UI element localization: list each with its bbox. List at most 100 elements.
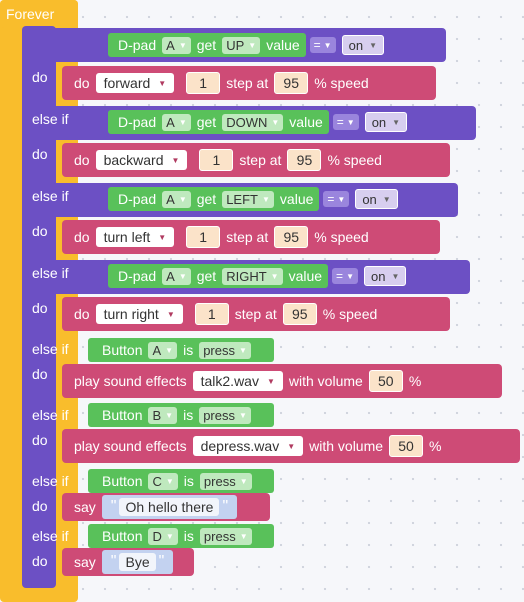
dropdown-arrow-icon: ▼: [171, 155, 180, 165]
port-dropdown[interactable]: D ▼: [148, 527, 178, 545]
direction-dropdown[interactable]: turn left ▼: [95, 227, 175, 247]
dropdown-arrow-icon: ▼: [178, 194, 187, 204]
compare-block-down[interactable]: D-pad A ▼ get DOWN ▼ value = ▼ on ▼: [92, 108, 472, 136]
speed-label: % speed: [322, 306, 378, 322]
dpad-sensor-block[interactable]: D-pad A ▼ get DOWN ▼ value: [108, 110, 329, 134]
step-input[interactable]: 1: [194, 303, 229, 325]
step-input[interactable]: 1: [186, 72, 221, 94]
port-dropdown[interactable]: A ▼: [162, 267, 191, 285]
port-dropdown[interactable]: A ▼: [162, 36, 191, 54]
dropdown-arrow-icon: ▼: [337, 194, 346, 204]
close-quote-icon: ": [158, 553, 165, 570]
say-text-input[interactable]: " Bye ": [101, 550, 174, 574]
move-do-label: do: [74, 229, 90, 245]
step-input[interactable]: 1: [199, 149, 234, 171]
speed-input[interactable]: 95: [274, 226, 309, 248]
state-dropdown[interactable]: press ▼: [199, 341, 251, 359]
dpad-sensor-block[interactable]: D-pad A ▼ get LEFT ▼ value: [108, 187, 320, 211]
percent-label: %: [429, 438, 442, 454]
operator-value: =: [327, 192, 335, 206]
forever-label: Forever: [6, 6, 55, 22]
port-dropdown[interactable]: B ▼: [148, 406, 178, 424]
operator-dropdown[interactable]: = ▼: [309, 37, 336, 53]
step-input[interactable]: 1: [186, 226, 221, 248]
port-dropdown[interactable]: A ▼: [148, 341, 178, 359]
direction-value: backward: [103, 152, 164, 168]
sound-file-dropdown[interactable]: depress.wav ▼: [192, 436, 304, 456]
speed-input[interactable]: 95: [274, 72, 309, 94]
port-value: A: [166, 114, 175, 130]
state-dropdown[interactable]: on ▼: [364, 112, 408, 132]
close-quote-icon: ": [222, 498, 229, 515]
button-sensor-block-d[interactable]: Button D ▼ is press ▼: [88, 524, 274, 548]
get-label: get: [196, 268, 217, 284]
state-dropdown[interactable]: on ▼: [355, 189, 398, 209]
state-value: press: [203, 473, 236, 489]
button-dropdown[interactable]: UP ▼: [222, 36, 261, 54]
say-block-1[interactable]: say " Oh hello there ": [62, 493, 270, 521]
dropdown-arrow-icon: ▼: [158, 78, 167, 88]
dropdown-arrow-icon: ▼: [178, 117, 187, 127]
state-dropdown[interactable]: press ▼: [199, 527, 252, 545]
compare-block-up[interactable]: D-pad A ▼ get UP ▼ value = ▼ on ▼: [92, 31, 442, 59]
state-dropdown[interactable]: press ▼: [199, 406, 251, 424]
operator-dropdown[interactable]: = ▼: [332, 114, 359, 130]
operator-dropdown[interactable]: = ▼: [323, 191, 350, 207]
button-sensor-block-c[interactable]: Button C ▼ is press ▼: [88, 469, 274, 493]
button-value: UP: [226, 37, 245, 53]
port-dropdown[interactable]: A ▼: [162, 113, 191, 131]
state-dropdown[interactable]: on ▼: [341, 35, 384, 55]
direction-dropdown[interactable]: forward ▼: [95, 73, 175, 93]
direction-value: forward: [103, 75, 151, 91]
move-block-backward[interactable]: do backward ▼ 1 step at 95 % speed: [62, 143, 450, 177]
volume-input[interactable]: 50: [389, 435, 424, 457]
operator-dropdown[interactable]: = ▼: [332, 268, 358, 284]
state-dropdown[interactable]: press ▼: [199, 472, 252, 490]
else-if-label: else if: [32, 407, 69, 423]
do-label: do: [32, 223, 48, 239]
move-block-turn-right[interactable]: do turn right ▼ 1 step at 95 % speed: [62, 297, 450, 331]
compare-block-right[interactable]: D-pad A ▼ get RIGHT ▼ value = ▼ on ▼: [92, 262, 466, 290]
dropdown-arrow-icon: ▼: [165, 531, 174, 541]
port-dropdown[interactable]: C ▼: [148, 472, 178, 490]
do-label: do: [32, 69, 48, 85]
dpad-sensor-block[interactable]: D-pad A ▼ get RIGHT ▼ value: [108, 264, 329, 288]
speed-input[interactable]: 95: [287, 149, 322, 171]
dropdown-arrow-icon: ▼: [392, 117, 401, 127]
compare-block-left[interactable]: D-pad A ▼ get LEFT ▼ value = ▼ on ▼: [92, 185, 454, 213]
button-label: Button: [102, 342, 143, 358]
dropdown-arrow-icon: ▼: [262, 194, 270, 204]
volume-input[interactable]: 50: [368, 370, 403, 392]
else-if-label: else if: [32, 188, 69, 204]
value-label: value: [289, 114, 323, 130]
play-sound-block-1[interactable]: play sound effects talk2.wav ▼ with volum…: [62, 364, 502, 398]
button-dropdown[interactable]: RIGHT ▼: [222, 267, 283, 285]
button-sensor-block-b[interactable]: Button B ▼ is press ▼: [88, 403, 274, 427]
with-volume-label: with volume: [288, 373, 363, 389]
speed-input[interactable]: 95: [282, 303, 317, 325]
say-text-input[interactable]: " Oh hello there ": [101, 495, 238, 519]
dropdown-arrow-icon: ▼: [239, 345, 247, 355]
play-sound-block-2[interactable]: play sound effects depress.wav ▼ with vol…: [62, 429, 520, 463]
button-dropdown[interactable]: LEFT ▼: [222, 190, 274, 208]
say-label: say: [74, 499, 96, 515]
dropdown-arrow-icon: ▼: [165, 476, 174, 486]
direction-dropdown[interactable]: backward ▼: [95, 150, 188, 170]
dpad-sensor-block[interactable]: D-pad A ▼ get UP ▼ value: [108, 33, 306, 57]
state-dropdown[interactable]: on ▼: [363, 266, 407, 286]
say-block-2[interactable]: say " Bye ": [62, 548, 194, 576]
sound-file-value: depress.wav: [200, 438, 280, 454]
button-dropdown[interactable]: DOWN ▼: [222, 113, 284, 131]
dropdown-arrow-icon: ▼: [239, 531, 248, 541]
direction-dropdown[interactable]: turn right ▼: [95, 304, 183, 324]
sound-file-dropdown[interactable]: talk2.wav ▼: [192, 371, 283, 391]
play-sound-label: play sound effects: [74, 438, 187, 454]
button-sensor-block-a[interactable]: Button A ▼ is press ▼: [88, 338, 274, 362]
direction-value: turn left: [103, 229, 151, 245]
port-dropdown[interactable]: A ▼: [162, 190, 191, 208]
dropdown-arrow-icon: ▼: [266, 376, 275, 386]
move-block-forward[interactable]: do forward ▼ 1 step at 95 % speed: [62, 66, 436, 100]
operator-value: =: [336, 269, 344, 283]
move-do-label: do: [74, 306, 90, 322]
move-block-turn-left[interactable]: do turn left ▼ 1 step at 95 % speed: [62, 220, 440, 254]
